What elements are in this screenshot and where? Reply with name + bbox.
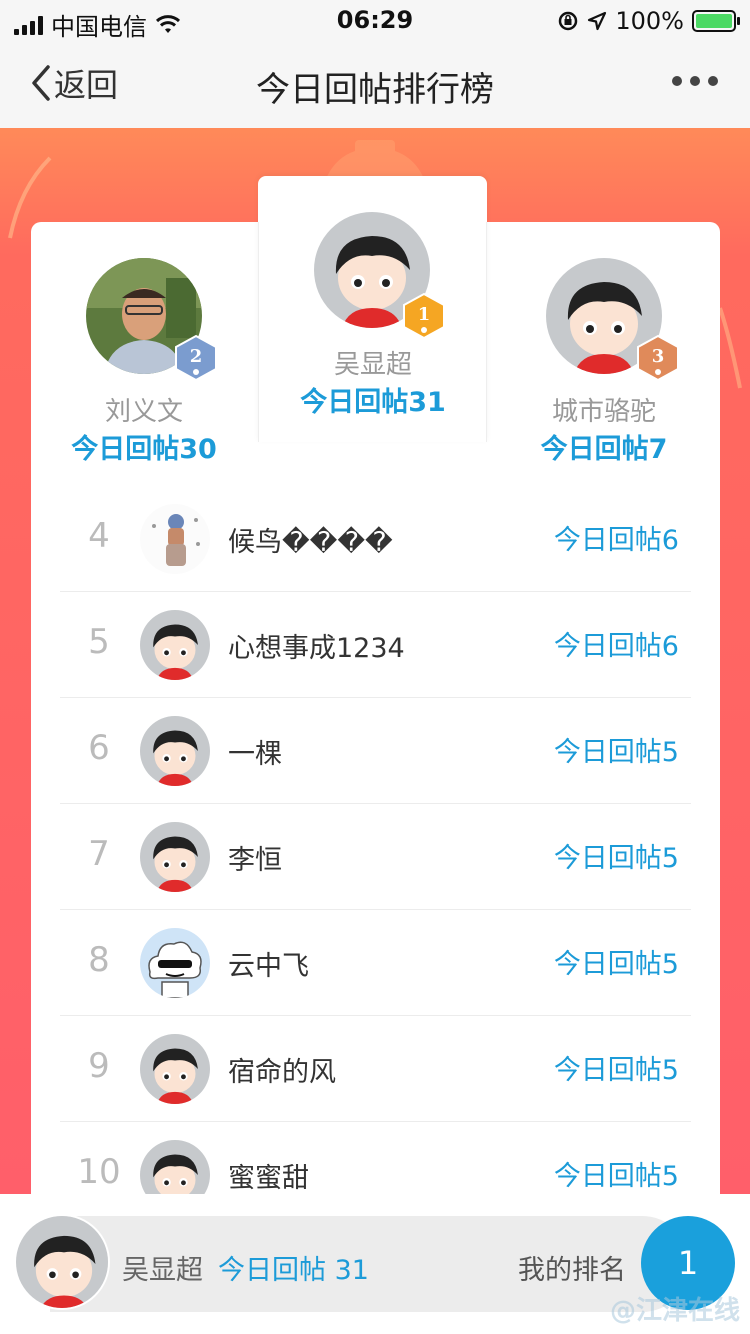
top3-name: 城市骆驼	[551, 397, 656, 427]
status-right: 100%	[557, 7, 740, 35]
top2-count: 今日回帖30	[71, 434, 217, 465]
watermark: @江津在线	[609, 1296, 740, 1326]
gold-medal-number: 1	[418, 304, 431, 325]
list-item[interactable]: 9 宿命的风 今日回帖5	[60, 1016, 691, 1122]
list-name: 蜜蜜甜	[228, 1163, 309, 1194]
podium-divider	[258, 222, 259, 442]
my-rank-bar: 吴显超 今日回帖 31 我的排名 1 @江津在线	[0, 1194, 750, 1334]
list-avatar[interactable]	[140, 822, 210, 892]
my-rank-label: 我的排名	[518, 1255, 626, 1286]
list-item[interactable]: 6 一棵 今日回帖5	[60, 698, 691, 804]
top3-count: 今日回帖7	[540, 434, 668, 465]
list-item[interactable]: 5 心想事成1234 今日回帖6	[60, 592, 691, 698]
list-item[interactable]: 7 李恒 今日回帖5	[60, 804, 691, 910]
list-count: 今日回帖5	[553, 737, 679, 768]
silver-medal-number: 2	[190, 346, 203, 367]
status-bar: 中国电信 06:29 100%	[0, 0, 750, 41]
more-icon[interactable]	[672, 76, 718, 86]
my-avatar[interactable]	[14, 1214, 110, 1310]
list-count: 今日回帖5	[553, 1161, 679, 1192]
list-count: 今日回帖5	[553, 949, 679, 980]
list-item[interactable]: 8 云中飞 今日回帖5	[60, 910, 691, 1016]
list-count: 今日回帖5	[553, 1055, 679, 1086]
default-avatar-icon	[16, 1216, 108, 1308]
list-rank-number: 7	[88, 834, 110, 874]
gold-medal-icon: 1	[403, 292, 445, 340]
bronze-medal-number: 3	[652, 346, 665, 367]
bronze-medal-icon: 3	[637, 334, 679, 382]
list-rank-number: 9	[88, 1046, 110, 1086]
list-name: 候鸟����	[228, 527, 393, 558]
list-item[interactable]: 4 候鸟���� 今日回帖6	[60, 486, 691, 592]
my-name: 吴显超	[122, 1255, 203, 1286]
list-count: 今日回帖5	[553, 843, 679, 874]
battery-icon	[692, 10, 740, 32]
list-avatar[interactable]	[140, 610, 210, 680]
nav-bar: 返回 今日回帖排行榜	[0, 40, 750, 128]
list-avatar[interactable]	[140, 504, 210, 574]
battery-percent: 100%	[615, 7, 684, 35]
list-count: 今日回帖6	[553, 525, 679, 556]
page-title: 今日回帖排行榜	[256, 70, 494, 110]
list-rank-number: 4	[88, 516, 110, 556]
list-avatar[interactable]	[140, 1034, 210, 1104]
top1-name: 吴显超	[333, 350, 412, 380]
top2-name: 刘义文	[104, 397, 183, 427]
list-name: 李恒	[228, 845, 282, 876]
silver-medal-icon: 2	[175, 334, 217, 382]
list-avatar[interactable]	[140, 716, 210, 786]
list-name: 宿命的风	[228, 1057, 336, 1088]
list-rank-number: 5	[88, 622, 110, 662]
list-rank-number: 8	[88, 940, 110, 980]
list-name: 云中飞	[228, 951, 309, 982]
orientation-lock-icon	[559, 11, 578, 31]
list-count: 今日回帖6	[553, 631, 679, 662]
list-avatar[interactable]	[140, 928, 210, 998]
list-name: 一棵	[228, 739, 282, 770]
list-rank-number: 6	[88, 728, 110, 768]
list-rank-number: 10	[77, 1152, 121, 1192]
location-icon	[588, 11, 607, 31]
podium-divider	[486, 222, 487, 442]
top1-count: 今日回帖31	[300, 387, 446, 418]
my-count: 今日回帖 31	[218, 1255, 369, 1286]
list-name: 心想事成1234	[228, 633, 405, 664]
